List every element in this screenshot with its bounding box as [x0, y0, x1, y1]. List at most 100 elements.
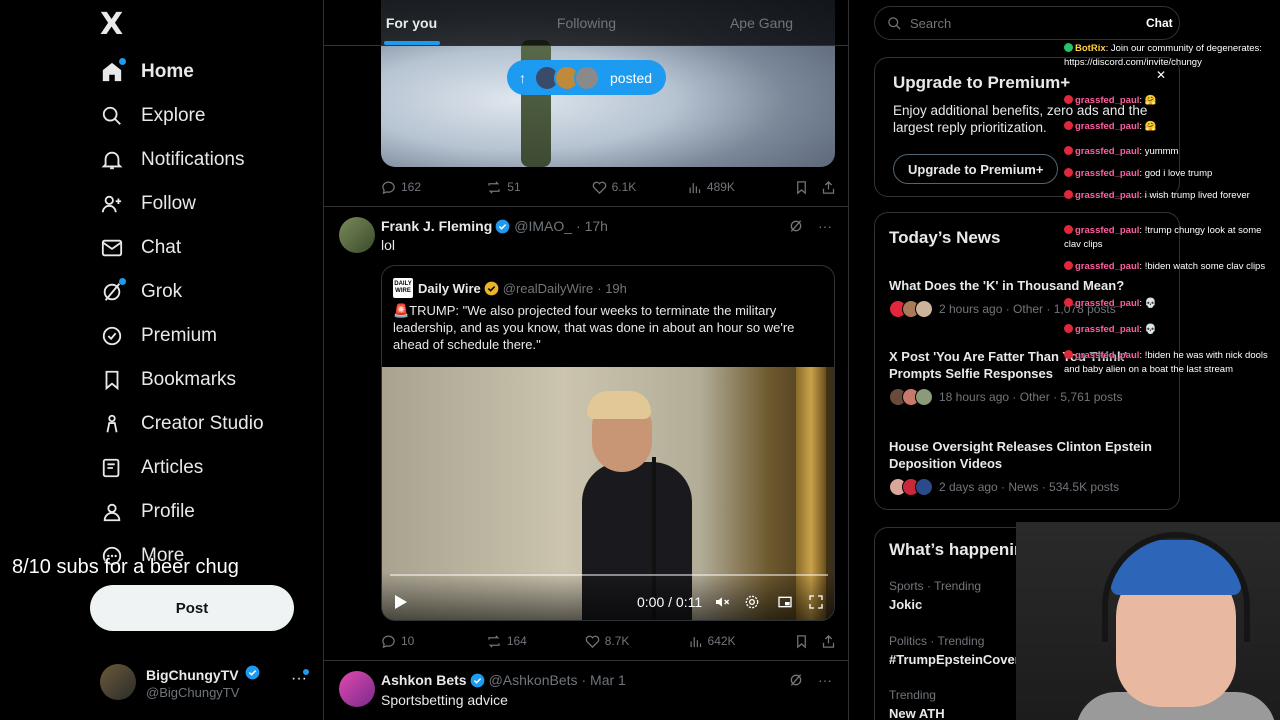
tab-ape-gang[interactable]: Ape Gang	[674, 0, 848, 45]
view-count: 642K	[707, 634, 736, 648]
x-logo-icon[interactable]: X	[100, 10, 126, 40]
picture-in-picture-button[interactable]	[777, 594, 793, 610]
nav-bookmarks[interactable]: Bookmarks	[100, 360, 236, 400]
play-icon	[395, 595, 407, 609]
reply-count: 10	[401, 634, 415, 648]
new-posts-pill[interactable]: ↑ posted	[507, 60, 667, 95]
nav-label-premium: Premium	[141, 325, 218, 346]
chat-message: grassfed_paul: 💀	[1064, 323, 1278, 337]
quoted-tweet[interactable]: DAILY WIRE Daily Wire @realDailyWire · 1…	[381, 265, 835, 621]
reply-button[interactable]: 162	[381, 180, 486, 195]
play-button[interactable]	[394, 594, 408, 610]
badge-icon	[1064, 261, 1073, 270]
views-button[interactable]: 489K	[687, 180, 794, 195]
share-button[interactable]	[821, 180, 836, 195]
account-switcher[interactable]: BigChungyTV @BigChungyTV ···	[100, 660, 315, 704]
repost-button[interactable]: 51	[486, 180, 591, 195]
video-player[interactable]: 0:00 / 0:11	[382, 367, 834, 620]
premium-title: Upgrade to Premium+	[893, 73, 1071, 92]
nav-notifications[interactable]: Notifications	[100, 140, 245, 180]
video-progress-bar[interactable]	[390, 574, 828, 576]
more-horizontal-icon[interactable]: ···	[818, 218, 832, 234]
chat-text: : i wish trump lived forever	[1139, 190, 1250, 201]
quoted-author-handle: @realDailyWire	[502, 280, 594, 296]
search-bar[interactable]	[874, 6, 1180, 40]
share-button[interactable]	[821, 634, 836, 649]
nav-grok[interactable]: Grok	[100, 272, 182, 312]
settings-button[interactable]	[744, 594, 760, 610]
author-name[interactable]: Frank J. Fleming	[381, 218, 492, 234]
tweet-text: Sportsbetting advice	[381, 692, 508, 708]
like-count: 6.1K	[611, 180, 637, 194]
chat-text: : !biden watch some clav clips	[1139, 261, 1266, 272]
repost-icon	[488, 180, 500, 194]
avatar[interactable]	[339, 671, 375, 707]
nav-explore[interactable]: Explore	[100, 96, 205, 136]
repost-button[interactable]: 164	[486, 634, 585, 649]
close-icon[interactable]: ✕	[1156, 68, 1166, 82]
divider	[324, 660, 848, 661]
nav-label-articles: Articles	[141, 457, 204, 478]
trend-item[interactable]: Politics · Trending #TrumpEpsteinCoverUp	[889, 634, 1037, 667]
pip-icon	[778, 596, 792, 608]
quoted-author-name: Daily Wire	[418, 280, 481, 296]
tweet-time[interactable]: · Mar 1	[582, 672, 626, 688]
premium-icon	[100, 324, 124, 348]
new-posts-label: posted	[610, 69, 653, 86]
badge-icon	[1064, 121, 1073, 130]
news-item[interactable]: House Oversight Releases Clinton Epstein…	[889, 438, 1169, 496]
chat-username: grassfed_paul	[1075, 146, 1140, 157]
nav-creator-studio[interactable]: Creator Studio	[100, 404, 264, 444]
author-handle[interactable]: @AshkonBets	[489, 672, 578, 688]
chat-message: grassfed_paul: i wish trump lived foreve…	[1064, 189, 1278, 203]
author-handle[interactable]: @IMAO_	[514, 218, 572, 234]
nav-premium[interactable]: Premium	[100, 316, 217, 356]
grok-icon[interactable]	[788, 672, 804, 688]
upgrade-premium-button[interactable]: Upgrade to Premium+	[893, 154, 1059, 184]
trend-item[interactable]: Sports · Trending Jokic	[889, 579, 981, 612]
profile-icon	[100, 500, 124, 524]
reply-button[interactable]: 10	[381, 634, 486, 649]
share-icon	[822, 180, 835, 194]
left-sidebar: X Home Explore Notifications Follow Chat…	[0, 0, 323, 720]
nav-label-bookmarks: Bookmarks	[141, 369, 237, 390]
chat-text: : 🤗	[1139, 95, 1157, 106]
tab-following[interactable]: Following	[499, 0, 674, 45]
grok-icon[interactable]	[788, 218, 804, 234]
avatar	[100, 664, 136, 700]
bookmark-button[interactable]	[794, 180, 821, 195]
nav-articles[interactable]: Articles	[100, 448, 203, 488]
nav-profile[interactable]: Profile	[100, 492, 195, 532]
like-button[interactable]: 6.1K	[592, 180, 687, 195]
nav-home[interactable]: Home	[100, 52, 194, 92]
tweet-header: Frank J. Fleming @IMAO_ · 17h	[381, 216, 608, 236]
nav-label-home: Home	[141, 61, 194, 82]
reply-count: 162	[401, 180, 422, 194]
views-button[interactable]: 642K	[688, 634, 795, 649]
more-horizontal-icon[interactable]: ···	[818, 672, 832, 688]
fullscreen-button[interactable]	[808, 594, 824, 610]
repost-count: 51	[507, 180, 521, 194]
trend-context: Trending	[889, 688, 936, 702]
repost-count: 164	[506, 634, 527, 648]
tweet-time[interactable]: · 17h	[576, 218, 608, 234]
trend-item[interactable]: Trending New ATH	[889, 688, 945, 720]
post-button[interactable]: Post	[90, 585, 294, 631]
nav-follow[interactable]: Follow	[100, 184, 196, 224]
nav-chat[interactable]: Chat	[100, 228, 181, 268]
webcam-overlay	[1016, 522, 1280, 720]
nav-label-grok: Grok	[141, 281, 183, 302]
like-button[interactable]: 8.7K	[585, 634, 688, 649]
tab-for-you[interactable]: For you	[324, 0, 499, 45]
avatar	[915, 388, 933, 406]
bookmark-button[interactable]	[794, 634, 821, 649]
author-name[interactable]: Ashkon Bets	[381, 672, 467, 688]
verified-badge-icon	[495, 219, 510, 233]
mute-button[interactable]	[713, 594, 731, 610]
search-input[interactable]	[910, 15, 1130, 31]
badge-icon	[1064, 190, 1073, 199]
divider	[324, 206, 848, 207]
tweet-header: Ashkon Bets @AshkonBets · Mar 1	[381, 670, 626, 690]
chat-username: grassfed_paul	[1075, 225, 1140, 236]
avatar[interactable]	[339, 217, 375, 253]
